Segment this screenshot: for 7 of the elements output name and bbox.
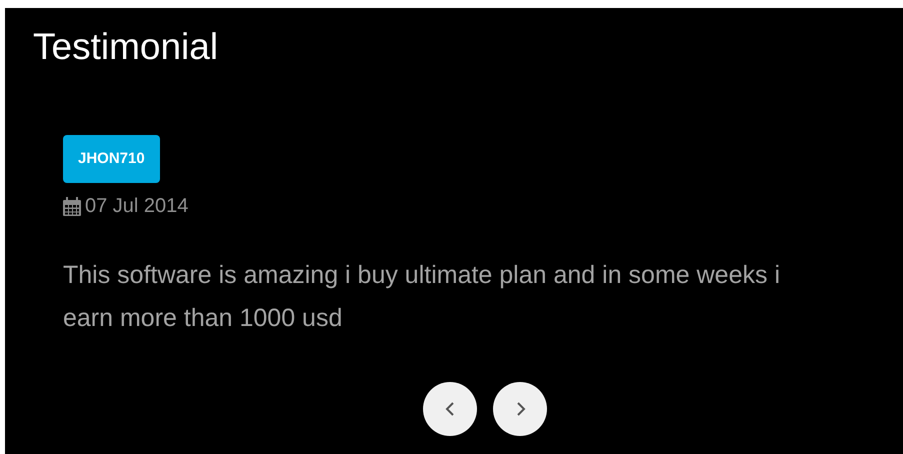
testimonial-date: 07 Jul 2014 (85, 194, 188, 219)
testimonial-text: This software is amazing i buy ultimate plan and in some weeks i earn more than 1000 usd (63, 260, 781, 334)
author-badge: JHON710 (63, 135, 160, 183)
calendar-icon (63, 196, 81, 216)
previous-button[interactable] (423, 382, 477, 436)
section-title: Testimonial (33, 25, 218, 69)
next-button[interactable] (493, 382, 547, 436)
